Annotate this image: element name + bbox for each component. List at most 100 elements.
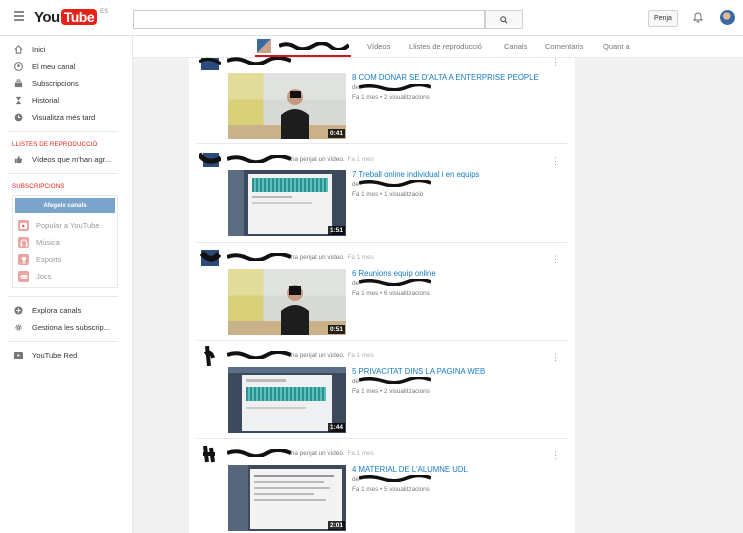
tab-about[interactable]: Quant a	[603, 42, 630, 51]
account-avatar[interactable]	[720, 10, 735, 25]
poster-avatar[interactable]	[199, 54, 221, 74]
sidebar-item-manage-subscriptions[interactable]: Gestiona les subscrip...	[0, 319, 132, 336]
video-meta: Fa 1 mes • 2 visualitzacions	[352, 388, 430, 395]
more-options-icon[interactable]: ⋮	[551, 157, 560, 166]
video-thumbnail[interactable]: 0:51	[228, 269, 346, 335]
video-duration: 2:01	[327, 521, 345, 530]
youtube-red-icon	[14, 351, 23, 360]
sidebar-item-liked-videos[interactable]: Vídeos que m'han agr...	[0, 151, 132, 168]
sidebar-item-watch-later[interactable]: Visualitza més tard	[0, 109, 132, 126]
video-meta: Fa 1 mes • 6 visualitzacions	[352, 290, 430, 297]
video-meta: Fa 1 mes • 2 visualitzacions	[352, 94, 430, 101]
plus-circle-icon	[14, 306, 23, 315]
search-button[interactable]	[485, 10, 523, 29]
redacted-author	[359, 475, 431, 482]
more-options-icon[interactable]: ⋮	[551, 255, 560, 264]
redacted-poster-name	[227, 253, 291, 261]
video-title-link[interactable]: 7 Treball online individual i en equips	[352, 170, 479, 179]
sidebar-item-gaming[interactable]: Jocs	[13, 268, 117, 285]
poster-avatar[interactable]	[199, 248, 221, 268]
post-header: ha penjat un vídeo. Fa 1 mes	[291, 450, 374, 457]
logo-you-text: You	[34, 9, 60, 26]
video-title-link[interactable]: 4 MATERIAL DE L'ALUMNE UDL	[352, 465, 468, 474]
video-thumbnail[interactable]: 2:01	[228, 465, 346, 531]
account-icon	[14, 62, 23, 71]
post-time: Fa 1 mes	[347, 450, 374, 457]
video-duration: 1:44	[327, 423, 345, 432]
more-options-icon[interactable]: ⋮	[551, 58, 560, 67]
divider	[8, 131, 118, 132]
more-options-icon[interactable]: ⋮	[551, 353, 560, 362]
channel-avatar[interactable]	[257, 39, 271, 53]
poster-avatar[interactable]	[199, 346, 221, 366]
gear-icon	[14, 323, 23, 332]
add-channels-button[interactable]: Afegeix canals	[15, 198, 115, 213]
more-options-icon[interactable]: ⋮	[551, 451, 560, 460]
video-title-link[interactable]: 5 PRIVACITAT DINS LA PAGINA WEB	[352, 367, 485, 376]
subscriptions-icon	[14, 79, 23, 88]
logo-country-code: ES	[100, 9, 109, 15]
bell-icon[interactable]	[692, 11, 704, 23]
upload-button[interactable]: Penja	[648, 10, 678, 27]
divider	[8, 296, 118, 297]
tab-playlists[interactable]: Llistes de reproducció	[409, 42, 482, 51]
sidebar-item-label: Gestiona les subscrip...	[32, 323, 110, 332]
thumbs-up-icon	[14, 155, 23, 164]
sidebar-item-subscriptions[interactable]: Subscripcions	[0, 75, 132, 92]
hourglass-icon	[14, 96, 23, 105]
tab-channels[interactable]: Canals	[504, 42, 527, 51]
tab-discussion[interactable]: Comentaris	[545, 42, 583, 51]
video-thumbnail[interactable]: 1:44	[228, 367, 346, 433]
sidebar-item-label: Subscripcions	[32, 79, 79, 88]
by-label: de	[352, 476, 360, 483]
redacted-author	[359, 377, 431, 384]
video-title-link[interactable]: 8 COM DONAR SE D'ALTA A ENTERPRISE PEOPL…	[352, 73, 539, 82]
subscriptions-heading[interactable]: SUBSCRIPCIONS	[0, 179, 132, 193]
sidebar-item-youtube-red[interactable]: YouTube Red	[0, 347, 132, 364]
sidebar-item-popular[interactable]: Popular a YouTube	[13, 217, 117, 234]
sidebar-item-sports[interactable]: Esports	[13, 251, 117, 268]
post-header: ha penjat un vídeo. Fa 1 mes	[291, 254, 374, 261]
redacted-author	[359, 279, 431, 286]
video-thumbnail[interactable]: 0:41	[228, 73, 346, 139]
sidebar-item-label: YouTube Red	[32, 351, 78, 360]
sidebar-item-my-channel[interactable]: El meu canal	[0, 58, 132, 75]
playlists-heading[interactable]: LLISTES DE REPRODUCCIÓ	[0, 137, 132, 151]
by-label: de	[352, 181, 360, 188]
divider	[8, 341, 118, 342]
sidebar-item-music[interactable]: Música	[13, 234, 117, 251]
redacted-channel-name	[279, 42, 349, 50]
video-duration: 1:51	[327, 226, 345, 235]
sidebar-item-label: El meu canal	[32, 62, 76, 71]
sidebar-item-label: Historial	[32, 96, 60, 105]
sidebar-item-label: Jocs	[36, 272, 52, 281]
headphones-icon	[18, 237, 29, 248]
tab-videos[interactable]: Vídeos	[367, 42, 390, 51]
popular-channel-icon	[18, 220, 29, 231]
redacted-author	[359, 84, 431, 91]
logo-tube-text: Tube	[60, 9, 98, 25]
post-header: ha penjat un vídeo. Fa 1 mes	[291, 352, 374, 359]
sidebar-item-browse-channels[interactable]: Explora canals	[0, 302, 132, 319]
poster-avatar[interactable]	[199, 444, 221, 464]
divider	[8, 173, 118, 174]
sidebar-item-home[interactable]: Inici	[0, 41, 132, 58]
video-title-link[interactable]: 6 Reunions equip online	[352, 269, 436, 278]
menu-icon[interactable]	[14, 11, 24, 21]
search-input[interactable]	[133, 10, 485, 29]
post-time: Fa 1 mes	[347, 352, 374, 359]
sidebar-item-history[interactable]: Historial	[0, 92, 132, 109]
video-duration: 0:41	[327, 129, 345, 138]
gamepad-icon	[18, 271, 29, 282]
by-label: de	[352, 84, 360, 91]
divider	[197, 340, 567, 341]
activity-feed: ⋮ 0:41 8 COM DONAR SE D'ALTA A ENTERPRIS…	[189, 57, 575, 533]
youtube-logo[interactable]: You Tube ES	[34, 9, 108, 26]
sidebar-item-label: Popular a YouTube	[36, 221, 100, 230]
poster-avatar[interactable]	[199, 150, 221, 170]
sidebar-item-label: Esports	[36, 255, 62, 264]
by-label: de	[352, 378, 360, 385]
divider	[197, 438, 567, 439]
search-icon	[500, 15, 508, 24]
video-thumbnail[interactable]: 1:51	[228, 170, 346, 236]
